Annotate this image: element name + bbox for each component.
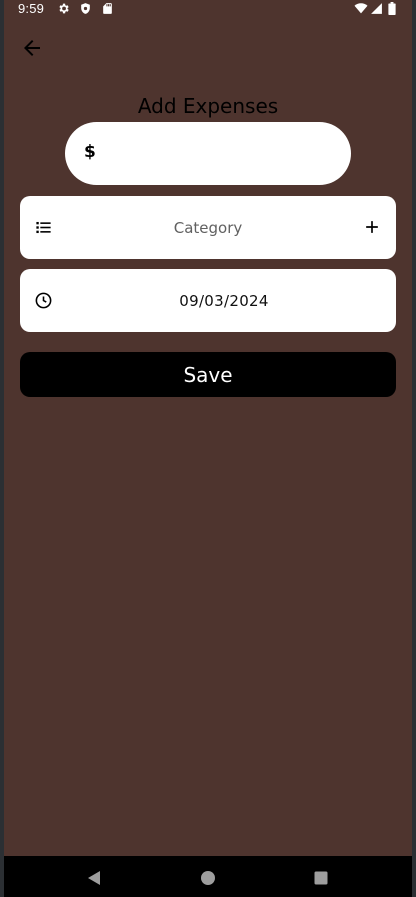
app-screen: 9:59 Add Expenses $ Category 09/03/2024 … — [4, 0, 412, 897]
save-button[interactable]: Save — [20, 352, 396, 397]
clock-icon — [34, 291, 53, 310]
back-button[interactable] — [20, 36, 44, 60]
wifi-icon — [354, 2, 368, 15]
arrow-back-icon — [24, 40, 40, 56]
gear-icon — [57, 2, 70, 15]
date-value: 09/03/2024 — [179, 292, 269, 310]
page-title: Add Expenses — [137, 94, 279, 118]
status-bar: 9:59 — [4, 0, 412, 18]
back-triangle-icon[interactable] — [86, 870, 102, 886]
sd-card-icon — [101, 2, 114, 15]
shield-icon — [79, 2, 92, 15]
date-picker[interactable]: 09/03/2024 — [20, 269, 396, 332]
plus-icon[interactable] — [362, 217, 382, 237]
home-circle-icon[interactable] — [200, 870, 216, 886]
signal-icon — [370, 2, 383, 15]
amount-field[interactable]: $ — [65, 122, 351, 185]
battery-icon — [388, 2, 397, 15]
navigation-bar — [4, 856, 412, 897]
amount-input[interactable] — [109, 134, 333, 174]
category-selector[interactable]: Category — [20, 196, 396, 259]
recents-square-icon[interactable] — [313, 870, 329, 886]
dollar-icon: $ — [84, 142, 96, 162]
category-label: Category — [173, 219, 243, 237]
status-time: 9:59 — [18, 1, 45, 16]
